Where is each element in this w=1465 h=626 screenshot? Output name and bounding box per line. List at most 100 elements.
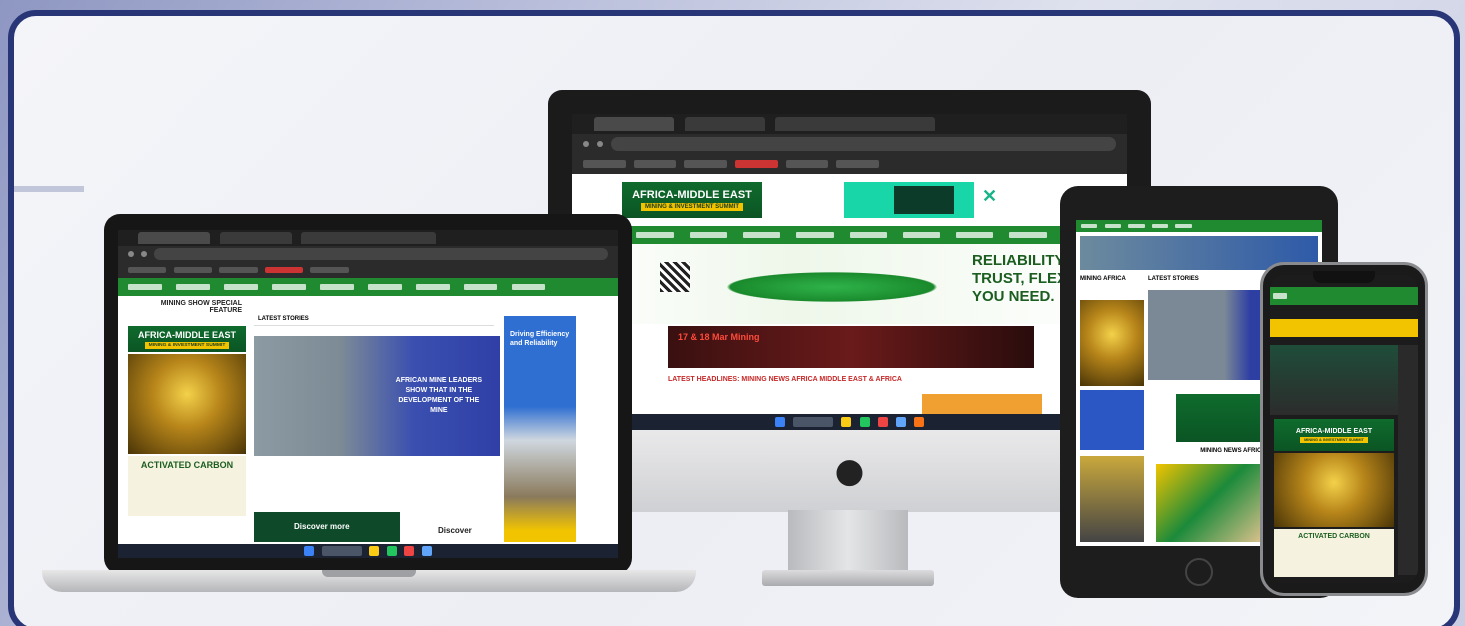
start-icon[interactable] <box>774 417 785 427</box>
laptop-device: MINING SHOW SPECIAL FEATURE AFRICA-MIDDL… <box>42 214 696 606</box>
nav-item[interactable] <box>1128 224 1145 228</box>
bulldozer-image <box>1080 456 1144 542</box>
nav-item[interactable] <box>175 284 210 290</box>
nav-item[interactable] <box>1151 224 1169 228</box>
browser-tab[interactable] <box>301 232 436 244</box>
gold-bars-image <box>1274 453 1394 527</box>
ad-title: AFRICA-MIDDLE EAST <box>632 189 752 201</box>
app-icon[interactable] <box>404 546 415 556</box>
promo-banner[interactable]: 17 & 18 Mar Mining <box>668 326 1034 368</box>
discover-ad-right[interactable]: Discover <box>408 518 494 542</box>
efficiency-ad-text: Driving Efficiency and Reliability <box>510 331 570 347</box>
carbon-ad-title: ACTIVATED CARBON <box>140 460 234 470</box>
app-icon[interactable] <box>386 546 397 556</box>
back-icon[interactable] <box>583 141 590 147</box>
forward-icon[interactable] <box>597 141 604 147</box>
app-icon[interactable] <box>914 417 925 427</box>
summit-ad[interactable]: AFRICA-MIDDLE EAST MINING & INVESTMENT S… <box>128 326 246 352</box>
laptop-screen: MINING SHOW SPECIAL FEATURE AFRICA-MIDDL… <box>118 230 618 558</box>
ad-subtitle: MINING & INVESTMENT SUMMIT <box>144 341 230 349</box>
carbon-ad[interactable]: ACTIVATED CARBON <box>128 456 246 516</box>
hero-article[interactable]: AFRICAN MINE LEADERS SHOW THAT IN THE DE… <box>254 336 500 456</box>
app-icon[interactable] <box>877 417 888 427</box>
carbon-ad-title: ACTIVATED CARBON <box>1298 533 1370 540</box>
nav-item[interactable] <box>956 232 994 238</box>
url-input[interactable] <box>154 248 608 260</box>
nav-item[interactable] <box>415 284 450 290</box>
nav-item[interactable] <box>1175 224 1192 228</box>
search-box[interactable] <box>792 417 833 427</box>
nav-item[interactable] <box>1104 224 1122 228</box>
phone-screen: AFRICA-MIDDLE EAST MINING & INVESTMENT S… <box>1270 275 1418 583</box>
bookmark[interactable] <box>128 266 167 274</box>
carbon-ad[interactable]: ACTIVATED CARBON <box>1274 529 1394 577</box>
home-button[interactable] <box>1185 558 1213 586</box>
bookmark[interactable] <box>219 266 258 274</box>
browser-tab[interactable] <box>219 232 292 244</box>
nav-item[interactable] <box>511 284 546 290</box>
bookmark[interactable] <box>264 266 304 274</box>
browser-urlbar <box>572 134 1127 154</box>
browser-tab[interactable] <box>594 117 675 131</box>
site-nav <box>1270 287 1418 305</box>
forward-icon[interactable] <box>141 251 148 257</box>
folder-icon[interactable] <box>369 546 380 556</box>
yellow-ad[interactable] <box>1270 319 1418 337</box>
menu-icon[interactable] <box>1272 293 1288 299</box>
nav-item[interactable] <box>796 232 834 238</box>
teal-ad[interactable] <box>844 182 974 218</box>
folder-icon[interactable] <box>841 417 852 427</box>
url-input[interactable] <box>611 137 1116 151</box>
search-box[interactable] <box>321 546 362 556</box>
bookmark[interactable] <box>734 160 778 168</box>
sidebar-heading: MINING SHOW SPECIAL FEATURE <box>160 300 242 314</box>
summit-ad[interactable]: AFRICA-MIDDLE EAST MINING & INVESTMENT S… <box>1274 419 1394 451</box>
bookmark[interactable] <box>173 266 212 274</box>
ad-title: AFRICA-MIDDLE EAST <box>1295 427 1373 435</box>
browser-urlbar <box>118 246 618 262</box>
app-icon[interactable] <box>896 417 907 427</box>
phone-device: AFRICA-MIDDLE EAST MINING & INVESTMENT S… <box>1260 262 1428 596</box>
nav-item[interactable] <box>742 232 781 238</box>
imac-foot <box>762 570 934 586</box>
browser-tab[interactable] <box>775 117 936 131</box>
nav-item[interactable] <box>128 284 162 290</box>
back-icon[interactable] <box>128 251 134 257</box>
section-heading: LATEST HEADLINES: MINING NEWS AFRICA MID… <box>668 376 902 383</box>
gold-bars-image <box>1080 300 1144 386</box>
discover-ad[interactable]: Discover more <box>254 512 400 542</box>
laptop-lid: MINING SHOW SPECIAL FEATURE AFRICA-MIDDL… <box>104 214 632 574</box>
nav-item[interactable] <box>849 232 887 238</box>
blue-card[interactable] <box>1080 390 1144 450</box>
nav-item[interactable] <box>367 284 402 290</box>
nav-item[interactable] <box>319 284 354 290</box>
nav-item[interactable] <box>223 284 258 290</box>
nav-item[interactable] <box>1009 232 1047 238</box>
nav-item[interactable] <box>463 284 498 290</box>
side-text: MINING AFRICA <box>1080 276 1126 282</box>
bookmark[interactable] <box>583 160 626 168</box>
efficiency-ad[interactable]: Driving Efficiency and Reliability <box>504 316 576 542</box>
nav-item[interactable] <box>902 232 941 238</box>
browser-tab[interactable] <box>684 117 765 131</box>
bookmark[interactable] <box>836 160 879 168</box>
site-nav <box>118 278 618 296</box>
bookmark[interactable] <box>684 160 727 168</box>
showcase-frame: AFRICA-MIDDLE EAST MINING & INVESTMENT S… <box>8 10 1460 626</box>
feature-card[interactable] <box>1156 464 1260 542</box>
ad-title: AFRICA-MIDDLE EAST <box>138 329 236 340</box>
bookmark[interactable] <box>310 266 349 274</box>
gold-bars-image <box>128 354 246 454</box>
summit-ad[interactable]: AFRICA-MIDDLE EAST MINING & INVESTMENT S… <box>622 182 762 218</box>
os-taskbar <box>118 544 618 558</box>
summit-ad[interactable] <box>1176 394 1270 442</box>
app-icon[interactable] <box>859 417 870 427</box>
bookmark[interactable] <box>633 160 677 168</box>
nav-item[interactable] <box>1080 224 1098 228</box>
start-icon[interactable] <box>304 546 315 556</box>
nav-item[interactable] <box>271 284 306 290</box>
bookmark[interactable] <box>785 160 829 168</box>
app-icon[interactable] <box>421 546 432 556</box>
browser-tab[interactable] <box>138 232 210 244</box>
ad-subtitle: MINING & INVESTMENT SUMMIT <box>640 203 744 211</box>
